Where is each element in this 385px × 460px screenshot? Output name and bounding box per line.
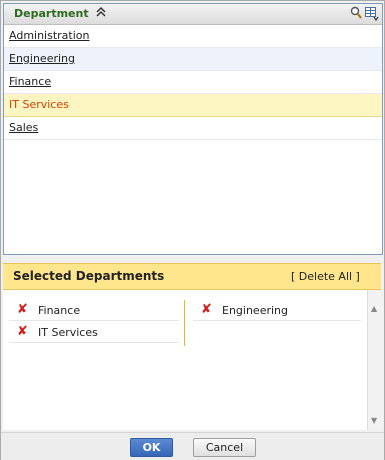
list-item-label[interactable]: Engineering — [9, 52, 75, 65]
scroll-down-icon[interactable]: ▼ — [371, 416, 377, 425]
dialog-footer: OK Cancel — [1, 432, 384, 460]
list-item[interactable]: Engineering — [4, 48, 382, 71]
column-chooser-icon[interactable] — [365, 7, 379, 22]
selected-departments-list: ✘ Finance ✘ IT Services ✘ Engineering ▲ … — [3, 290, 383, 430]
vertical-scrollbar[interactable]: ▲ ▼ — [367, 290, 383, 430]
department-list-panel: Department Administration Engineering Fi… — [3, 3, 383, 255]
ok-button[interactable]: OK — [130, 438, 173, 457]
selected-departments-header: Selected Departments [ Delete All ] — [3, 263, 381, 290]
search-icon[interactable] — [350, 6, 362, 20]
selected-item-label: Finance — [38, 304, 81, 317]
double-chevron-up-icon[interactable] — [96, 6, 106, 21]
list-item[interactable]: Finance — [4, 71, 382, 94]
selected-item-label: Engineering — [222, 304, 288, 317]
delete-all-link[interactable]: [ Delete All ] — [291, 270, 360, 283]
list-item-label[interactable]: Sales — [9, 121, 38, 134]
list-item-label[interactable]: Finance — [9, 75, 51, 88]
list-item-selected[interactable]: IT Services — [4, 94, 382, 117]
list-item-label[interactable]: Administration — [9, 29, 90, 42]
remove-x-icon[interactable]: ✘ — [201, 302, 212, 317]
selected-item: ✘ Finance — [9, 300, 179, 321]
scroll-up-icon[interactable]: ▲ — [371, 304, 377, 313]
dialog-frame: Department Administration Engineering Fi… — [0, 0, 385, 460]
selected-column-right: ✘ Engineering — [193, 300, 361, 322]
selected-item: ✘ IT Services — [9, 322, 179, 343]
selected-item-label: IT Services — [38, 326, 98, 339]
department-column-title[interactable]: Department — [14, 7, 89, 20]
list-item[interactable]: Sales — [4, 117, 382, 140]
department-list-header: Department — [4, 4, 382, 25]
selected-departments-title: Selected Departments — [13, 269, 165, 283]
list-item[interactable]: Administration — [4, 25, 382, 48]
selected-column-left: ✘ Finance ✘ IT Services — [9, 300, 179, 344]
column-divider — [184, 300, 185, 346]
selected-item: ✘ Engineering — [193, 300, 361, 321]
remove-x-icon[interactable]: ✘ — [17, 324, 28, 339]
list-item-label[interactable]: IT Services — [9, 98, 69, 111]
remove-x-icon[interactable]: ✘ — [17, 302, 28, 317]
cancel-button[interactable]: Cancel — [193, 438, 256, 457]
